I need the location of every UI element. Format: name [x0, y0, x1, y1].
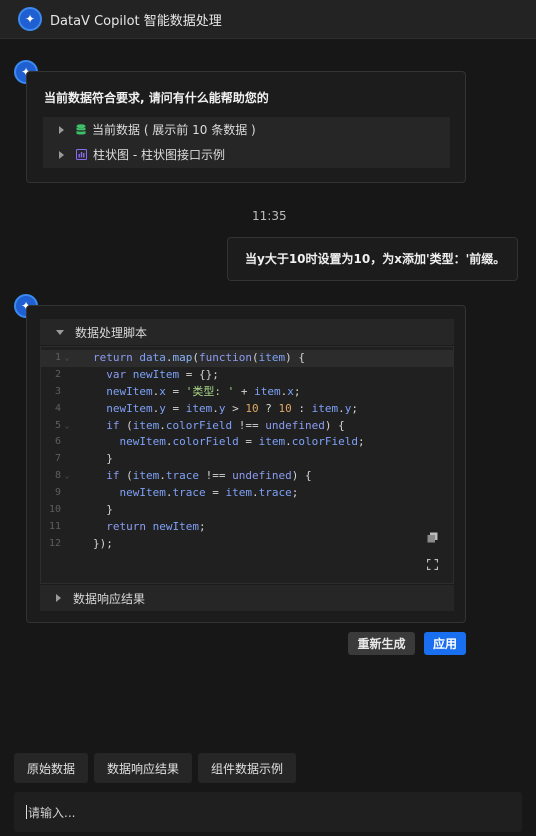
script-section-label: 数据处理脚本	[75, 325, 148, 340]
user-message-bubble: 当y大于10时设置为10，为x添加'类型：'前缀。	[227, 237, 518, 281]
caret-right-icon	[59, 125, 64, 134]
code-line: 1 ⌄ return data.map(function(item) {	[41, 350, 453, 367]
code-line: 9 newItem.trace = item.trace;	[54, 486, 299, 500]
result-section-header[interactable]: 数据响应结果	[40, 585, 454, 611]
fold-icon: ⌄	[64, 420, 70, 430]
fullscreen-icon[interactable]	[427, 559, 438, 570]
tab-raw-data[interactable]: 原始数据	[14, 753, 88, 783]
code-line: 7 }	[54, 452, 113, 466]
code-line: 12});	[48, 536, 113, 550]
sparkle-icon: ✦	[18, 7, 42, 31]
copy-icon[interactable]	[427, 532, 438, 543]
chat-input[interactable]: 请输入...	[14, 792, 522, 832]
assistant-script-card: 数据处理脚本 1 ⌄ return data.map(function(item) …	[26, 305, 466, 623]
timestamp: 11:35	[252, 209, 287, 223]
code-editor[interactable]: 1 ⌄ return data.map(function(item) { 2 var…	[40, 346, 454, 584]
context-item-current-data[interactable]: 当前数据 ( 展示前 10 条数据 )	[43, 117, 450, 142]
text-cursor	[26, 805, 27, 819]
code-line: 4 newItem.y = item.y > 10 ? 10 : item.y;	[54, 401, 358, 415]
code-line: 5 ⌄ if (item.colorField !== undefined) {	[41, 418, 453, 435]
code-line: 8 ⌄ if (item.trace !== undefined) {	[41, 468, 453, 485]
fold-icon: ⌄	[64, 471, 70, 481]
code-line: 10 }	[48, 503, 113, 517]
result-section-label: 数据响应结果	[73, 591, 146, 606]
regenerate-button[interactable]: 重新生成	[348, 632, 415, 655]
app-title: DataV Copilot 智能数据处理	[50, 13, 222, 29]
tab-component-sample[interactable]: 组件数据示例	[198, 753, 296, 783]
app-header: ✦ DataV Copilot 智能数据处理	[0, 0, 536, 39]
chart-component-icon	[76, 149, 87, 160]
tab-response-result[interactable]: 数据响应结果	[94, 753, 192, 783]
script-section-header[interactable]: 数据处理脚本	[40, 319, 454, 345]
code-line: 2 var newItem = {};	[54, 367, 219, 381]
code-line: 3 newItem.x = '类型: ' + item.x;	[54, 384, 301, 398]
caret-down-icon	[56, 329, 64, 335]
fold-icon: ⌄	[64, 353, 70, 362]
context-item-label: 当前数据 ( 展示前 10 条数据 )	[92, 123, 256, 137]
code-line: 6 newItem.colorField = item.colorField;	[54, 435, 365, 449]
apply-button[interactable]: 应用	[424, 632, 466, 655]
assistant-message-text: 当前数据符合要求, 请问有什么能帮助您的	[44, 91, 269, 105]
caret-right-icon	[56, 594, 61, 602]
context-item-label: 柱状图 - 柱状图接口示例	[93, 148, 225, 162]
context-item-chart[interactable]: 柱状图 - 柱状图接口示例	[43, 142, 450, 167]
context-list: 当前数据 ( 展示前 10 条数据 ) 柱状图 - 柱状图接口示例	[43, 117, 450, 168]
code-line: 11 return newItem;	[48, 519, 206, 533]
chat-input-placeholder: 请输入...	[28, 805, 76, 820]
assistant-message-card: 当前数据符合要求, 请问有什么能帮助您的 当前数据 ( 展示前 10 条数据 )…	[26, 71, 466, 183]
caret-right-icon	[59, 150, 64, 159]
database-icon	[76, 123, 86, 134]
